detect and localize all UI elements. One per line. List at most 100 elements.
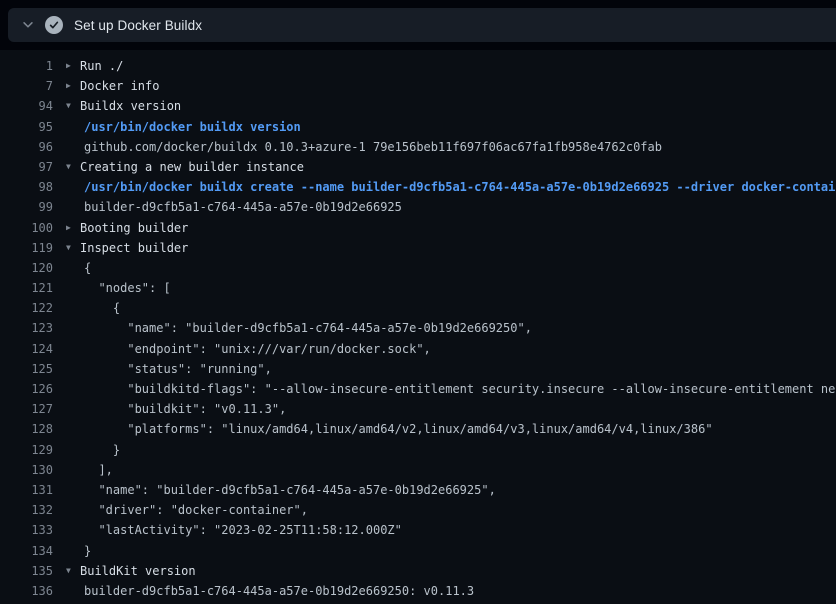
group-title[interactable]: Docker info (80, 76, 836, 96)
line-number[interactable]: 100 (0, 218, 53, 238)
step-header[interactable]: Set up Docker Buildx (8, 8, 836, 42)
log-row: 96 github.com/docker/buildx 0.10.3+azure-… (0, 137, 836, 157)
line-number[interactable]: 135 (0, 561, 53, 581)
log-row: 126 "buildkitd-flags": "--allow-insecure… (0, 379, 836, 399)
log-group-row[interactable]: 97 ▼Creating a new builder instance (0, 157, 836, 177)
log-text: "endpoint": "unix:///var/run/docker.sock… (84, 339, 836, 359)
line-number[interactable]: 131 (0, 480, 53, 500)
log-text: "platforms": "linux/amd64,linux/amd64/v2… (84, 419, 836, 439)
log-text: } (84, 541, 836, 561)
indent-spacer (53, 379, 84, 399)
indent-spacer (53, 399, 84, 419)
group-title[interactable]: Inspect builder (80, 238, 836, 258)
indent-spacer (53, 359, 84, 379)
line-number[interactable]: 129 (0, 440, 53, 460)
log-text: github.com/docker/buildx 0.10.3+azure-1 … (84, 137, 836, 157)
group-title[interactable]: Creating a new builder instance (80, 157, 836, 177)
log-row: 131 "name": "builder-d9cfb5a1-c764-445a-… (0, 480, 836, 500)
triangle-down-icon[interactable]: ▼ (66, 561, 80, 581)
log-row: 99 builder-d9cfb5a1-c764-445a-a57e-0b19d2… (0, 197, 836, 217)
triangle-right-icon[interactable]: ▶ (66, 76, 80, 96)
indent-spacer (53, 137, 84, 157)
line-number[interactable]: 136 (0, 581, 53, 601)
indent-spacer (53, 117, 84, 137)
triangle-right-icon[interactable]: ▶ (66, 56, 80, 76)
line-number[interactable]: 94 (0, 96, 53, 116)
indent-spacer (53, 318, 84, 338)
indent-spacer (53, 298, 84, 318)
line-number[interactable]: 134 (0, 541, 53, 561)
indent-spacer (53, 541, 84, 561)
log-text: "name": "builder-d9cfb5a1-c764-445a-a57e… (84, 318, 836, 338)
step-title: Set up Docker Buildx (74, 18, 202, 33)
group-title[interactable]: Run ./ (80, 56, 836, 76)
log-text: ], (84, 460, 836, 480)
log-group-row[interactable]: 1 ▶Run ./ (0, 56, 836, 76)
line-number[interactable]: 133 (0, 520, 53, 540)
log-row: 123 "name": "builder-d9cfb5a1-c764-445a-… (0, 318, 836, 338)
line-number[interactable]: 95 (0, 117, 53, 137)
indent-spacer (53, 258, 84, 278)
log-row: 129 } (0, 440, 836, 460)
log-row: 122 { (0, 298, 836, 318)
line-number[interactable]: 123 (0, 318, 53, 338)
indent-spacer (53, 460, 84, 480)
indent-spacer (53, 520, 84, 540)
log-text: builder-d9cfb5a1-c764-445a-a57e-0b19d2e6… (84, 197, 836, 217)
log-row: 125 "status": "running", (0, 359, 836, 379)
triangle-down-icon[interactable]: ▼ (66, 238, 80, 258)
triangle-down-icon[interactable]: ▼ (66, 96, 80, 116)
line-number[interactable]: 96 (0, 137, 53, 157)
log-group-row[interactable]: 135 ▼BuildKit version (0, 561, 836, 581)
indent-spacer (53, 177, 84, 197)
line-number[interactable]: 128 (0, 419, 53, 439)
log-row: 121 "nodes": [ (0, 278, 836, 298)
log-text: { (84, 258, 836, 278)
indent-spacer (53, 581, 84, 601)
line-number[interactable]: 125 (0, 359, 53, 379)
group-title[interactable]: BuildKit version (80, 561, 836, 581)
log-row: 120 { (0, 258, 836, 278)
log-text: { (84, 298, 836, 318)
line-number[interactable]: 120 (0, 258, 53, 278)
indent-spacer (53, 197, 84, 217)
log-group-row[interactable]: 94 ▼Buildx version (0, 96, 836, 116)
chevron-down-icon[interactable] (20, 17, 36, 33)
check-circle-icon (45, 16, 63, 34)
indent-spacer (53, 440, 84, 460)
line-number[interactable]: 124 (0, 339, 53, 359)
indent-spacer (53, 419, 84, 439)
log-text: "name": "builder-d9cfb5a1-c764-445a-a57e… (84, 480, 836, 500)
line-number[interactable]: 97 (0, 157, 53, 177)
log-group-row[interactable]: 100 ▶Booting builder (0, 218, 836, 238)
log-group-row[interactable]: 119 ▼Inspect builder (0, 238, 836, 258)
log-text: "lastActivity": "2023-02-25T11:58:12.000… (84, 520, 836, 540)
triangle-right-icon[interactable]: ▶ (66, 218, 80, 238)
log-row: 132 "driver": "docker-container", (0, 500, 836, 520)
line-number[interactable]: 121 (0, 278, 53, 298)
log-row: 130 ], (0, 460, 836, 480)
log-area: 1▶Run ./7▶Docker info94▼Buildx version95… (0, 50, 836, 604)
group-title[interactable]: Booting builder (80, 218, 836, 238)
group-title[interactable]: Buildx version (80, 96, 836, 116)
log-row: 127 "buildkit": "v0.11.3", (0, 399, 836, 419)
line-number[interactable]: 132 (0, 500, 53, 520)
line-number[interactable]: 98 (0, 177, 53, 197)
indent-spacer (53, 278, 84, 298)
line-number[interactable]: 130 (0, 460, 53, 480)
line-number[interactable]: 7 (0, 76, 53, 96)
log-group-row[interactable]: 7 ▶Docker info (0, 76, 836, 96)
log-text: "nodes": [ (84, 278, 836, 298)
line-number[interactable]: 122 (0, 298, 53, 318)
triangle-down-icon[interactable]: ▼ (66, 157, 80, 177)
line-number[interactable]: 99 (0, 197, 53, 217)
indent-spacer (53, 500, 84, 520)
command-text: /usr/bin/docker buildx version (84, 117, 836, 137)
log-row: 136builder-d9cfb5a1-c764-445a-a57e-0b19d… (0, 581, 836, 601)
line-number[interactable]: 1 (0, 56, 53, 76)
line-number[interactable]: 126 (0, 379, 53, 399)
log-text: "buildkit": "v0.11.3", (84, 399, 836, 419)
line-number[interactable]: 127 (0, 399, 53, 419)
line-number[interactable]: 119 (0, 238, 53, 258)
command-text: /usr/bin/docker buildx create --name bui… (84, 177, 836, 197)
